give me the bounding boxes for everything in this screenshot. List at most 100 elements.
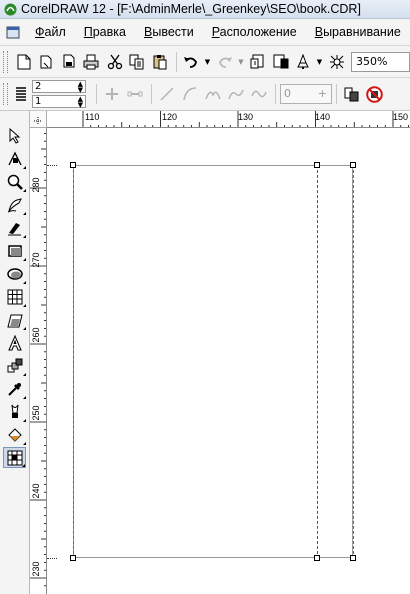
menu-edit-label: равка [92,25,126,39]
menu-arrange[interactable]: Расположение [203,25,306,39]
to-line-icon[interactable] [156,83,177,105]
to-curve-icon[interactable] [179,83,200,105]
vertical-ruler[interactable]: 280 270 260 250 240 230 [30,128,47,594]
spin-bottom-arrows-icon[interactable]: ▲ ▼ [78,96,83,109]
ruler-label-110: 110 [85,112,100,122]
interactive-fill-tool-icon[interactable] [3,447,26,468]
import-icon[interactable] [248,51,269,73]
redo-icon[interactable] [214,51,235,73]
vertical-ruler-ticks [30,133,46,587]
paste-icon[interactable] [149,51,170,73]
zoom-level-field[interactable]: 350% [350,51,410,72]
menu-file[interactable]: Файл [26,25,75,39]
toolbar-grip[interactable] [3,50,8,73]
property-separator [151,84,152,104]
menu-edit[interactable]: Правка [75,25,135,39]
menu-align-label: ыравнивание [323,25,401,39]
selection-handle-bottom-right[interactable] [350,555,356,561]
corel-online-icon[interactable] [326,51,347,73]
horizontal-ruler[interactable]: 110 120 130 140 150 [47,111,410,128]
menu-align-mnemonic: В [314,25,324,39]
selection-handle-top-left[interactable] [70,162,76,168]
property-bar: 2 ▲ ▼ 1 ▲ ▼ 0 + [0,78,410,111]
graph-paper-tool-icon[interactable] [3,286,26,307]
flyout-indicator-icon [23,166,26,169]
cusp-node-icon[interactable] [202,83,223,105]
guideline-right[interactable] [353,165,354,559]
outline-tool-icon[interactable] [3,401,26,422]
ellipse-tool-icon[interactable] [3,263,26,284]
flyout-indicator-icon [23,258,26,261]
export-icon[interactable] [270,51,291,73]
print-icon[interactable] [82,51,103,73]
nodes-count-field[interactable]: 0 + [280,84,332,104]
selected-rectangle[interactable] [73,165,353,558]
spin-field-top[interactable]: 2 ▲ ▼ [32,80,86,94]
cut-icon[interactable] [104,51,125,73]
nudge-icon [14,83,28,105]
spin-field-bottom[interactable]: 1 ▲ ▼ [32,95,86,109]
property-bar-grip[interactable] [3,83,8,105]
basic-shapes-tool-icon[interactable] [3,309,26,330]
smooth-node-icon[interactable] [225,83,246,105]
shape-tool-icon[interactable] [3,148,26,169]
ruler-label-120: 120 [162,112,178,122]
standard-toolbar: ▼ ▼ ▼ 350% [0,46,410,78]
new-document-icon[interactable] [14,51,35,73]
symmetrical-node-icon[interactable] [248,83,269,105]
copy-icon[interactable] [127,51,148,73]
open-icon[interactable] [37,51,58,73]
coreldraw-app-icon[interactable] [3,2,17,16]
guideline-red[interactable] [317,165,318,559]
flyout-indicator-icon [23,442,26,445]
window-title: CorelDRAW 12 - [F:\AdminMerle\_Greenkey\… [21,2,361,16]
menu-file-mnemonic: Ф [35,25,45,39]
undo-dropdown-icon[interactable]: ▼ [204,51,212,73]
flyout-indicator-icon [23,235,26,238]
pick-tool-icon[interactable] [3,125,26,146]
guideline-dotted-bottom [47,558,57,559]
delete-node-icon[interactable] [124,83,145,105]
flyout-indicator-icon [22,464,25,467]
save-icon[interactable] [59,51,80,73]
selection-handle-top-right[interactable] [350,162,356,168]
zoom-tool-icon[interactable] [3,171,26,192]
wrap-text-icon[interactable] [341,83,362,105]
nodes-plus-icon: + [317,87,327,100]
rectangle-tool-icon[interactable] [3,240,26,261]
fill-tool-icon[interactable] [3,424,26,445]
no-wrap-icon[interactable] [364,83,385,105]
menu-align[interactable]: Выравнивание [306,25,410,39]
document-icon[interactable] [0,19,26,46]
flyout-indicator-icon [23,419,26,422]
smart-fill-tool-icon[interactable] [3,217,26,238]
menu-view[interactable]: Вывести [135,25,203,39]
selection-handle-bottom-left[interactable] [70,555,76,561]
freehand-tool-icon[interactable] [3,194,26,215]
spin-bottom-value: 1 [35,96,42,107]
menu-arrange-label: асположение [219,25,297,39]
coreldraw-window: CorelDRAW 12 - [F:\AdminMerle\_Greenkey\… [0,0,410,594]
selection-handle-top-middle[interactable] [314,162,320,168]
ruler-label-260: 260 [31,327,41,343]
ruler-origin[interactable] [30,111,47,128]
spin-top-arrows-icon[interactable]: ▲ ▼ [78,81,83,94]
interactive-blend-tool-icon[interactable] [3,355,26,376]
drawing-canvas[interactable] [47,128,410,594]
add-node-icon[interactable] [101,83,122,105]
menu-bar: Файл Правка Вывести Расположение Выравни… [0,19,410,46]
ruler-label-130: 130 [238,112,254,122]
launcher-dropdown-icon[interactable]: ▼ [316,51,324,73]
ruler-label-270: 270 [31,252,41,268]
toolbox [0,111,30,594]
menu-edit-mnemonic: П [83,25,93,39]
redo-dropdown-icon[interactable]: ▼ [237,51,245,73]
guideline-left[interactable] [73,165,74,559]
undo-icon[interactable] [181,51,202,73]
spin-group: 2 ▲ ▼ 1 ▲ ▼ [32,79,86,109]
nodes-count-value: 0 [284,87,291,100]
application-launcher-icon[interactable] [293,51,314,73]
selection-handle-bottom-middle[interactable] [314,555,320,561]
text-tool-icon[interactable] [3,332,26,353]
eyedropper-tool-icon[interactable] [3,378,26,399]
